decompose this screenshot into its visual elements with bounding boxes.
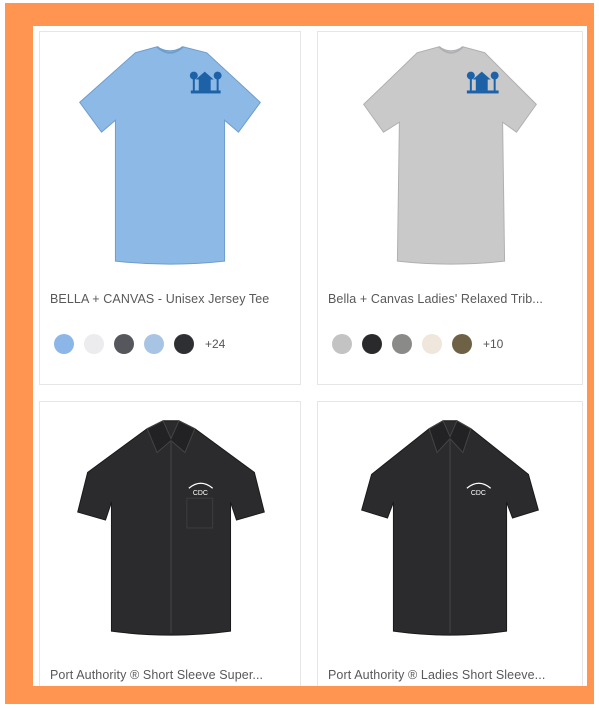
product-card[interactable]: Bella + Canvas Ladies' Relaxed Trib... +… <box>317 31 583 385</box>
product-image[interactable] <box>318 32 582 272</box>
product-image[interactable]: CDC <box>40 402 300 642</box>
button-shirt-image: CDC <box>77 420 265 636</box>
product-image[interactable] <box>40 32 300 272</box>
orange-frame: BELLA + CANVAS - Unisex Jersey Tee +24 B… <box>5 3 594 704</box>
product-card[interactable]: CDC Port Authority ® Short Sleeve Super.… <box>39 401 301 686</box>
logo-text: CDC <box>471 490 486 497</box>
logo-text: CDC <box>193 490 208 497</box>
color-swatches: +10 <box>332 334 503 354</box>
color-swatch[interactable] <box>452 334 472 354</box>
product-image[interactable]: CDC <box>318 402 582 642</box>
color-swatch[interactable] <box>174 334 194 354</box>
color-swatch[interactable] <box>332 334 352 354</box>
product-card[interactable]: CDC Port Authority ® Ladies Short Sleeve… <box>317 401 583 686</box>
more-colors-count[interactable]: +24 <box>205 337 225 351</box>
color-swatches: +24 <box>54 334 225 354</box>
product-title[interactable]: Port Authority ® Ladies Short Sleeve... <box>328 668 574 682</box>
product-grid: BELLA + CANVAS - Unisex Jersey Tee +24 B… <box>33 26 587 686</box>
color-swatch[interactable] <box>144 334 164 354</box>
color-swatch[interactable] <box>114 334 134 354</box>
color-swatch[interactable] <box>392 334 412 354</box>
button-shirt-image: CDC <box>361 420 539 636</box>
color-swatch[interactable] <box>362 334 382 354</box>
product-title[interactable]: Port Authority ® Short Sleeve Super... <box>50 668 292 682</box>
product-title[interactable]: Bella + Canvas Ladies' Relaxed Trib... <box>328 292 574 306</box>
more-colors-count[interactable]: +10 <box>483 337 503 351</box>
product-title[interactable]: BELLA + CANVAS - Unisex Jersey Tee <box>50 292 292 306</box>
tshirt-image <box>363 46 537 265</box>
product-card[interactable]: BELLA + CANVAS - Unisex Jersey Tee +24 <box>39 31 301 385</box>
color-swatch[interactable] <box>84 334 104 354</box>
color-swatch[interactable] <box>54 334 74 354</box>
tshirt-image <box>79 46 261 265</box>
color-swatch[interactable] <box>422 334 442 354</box>
